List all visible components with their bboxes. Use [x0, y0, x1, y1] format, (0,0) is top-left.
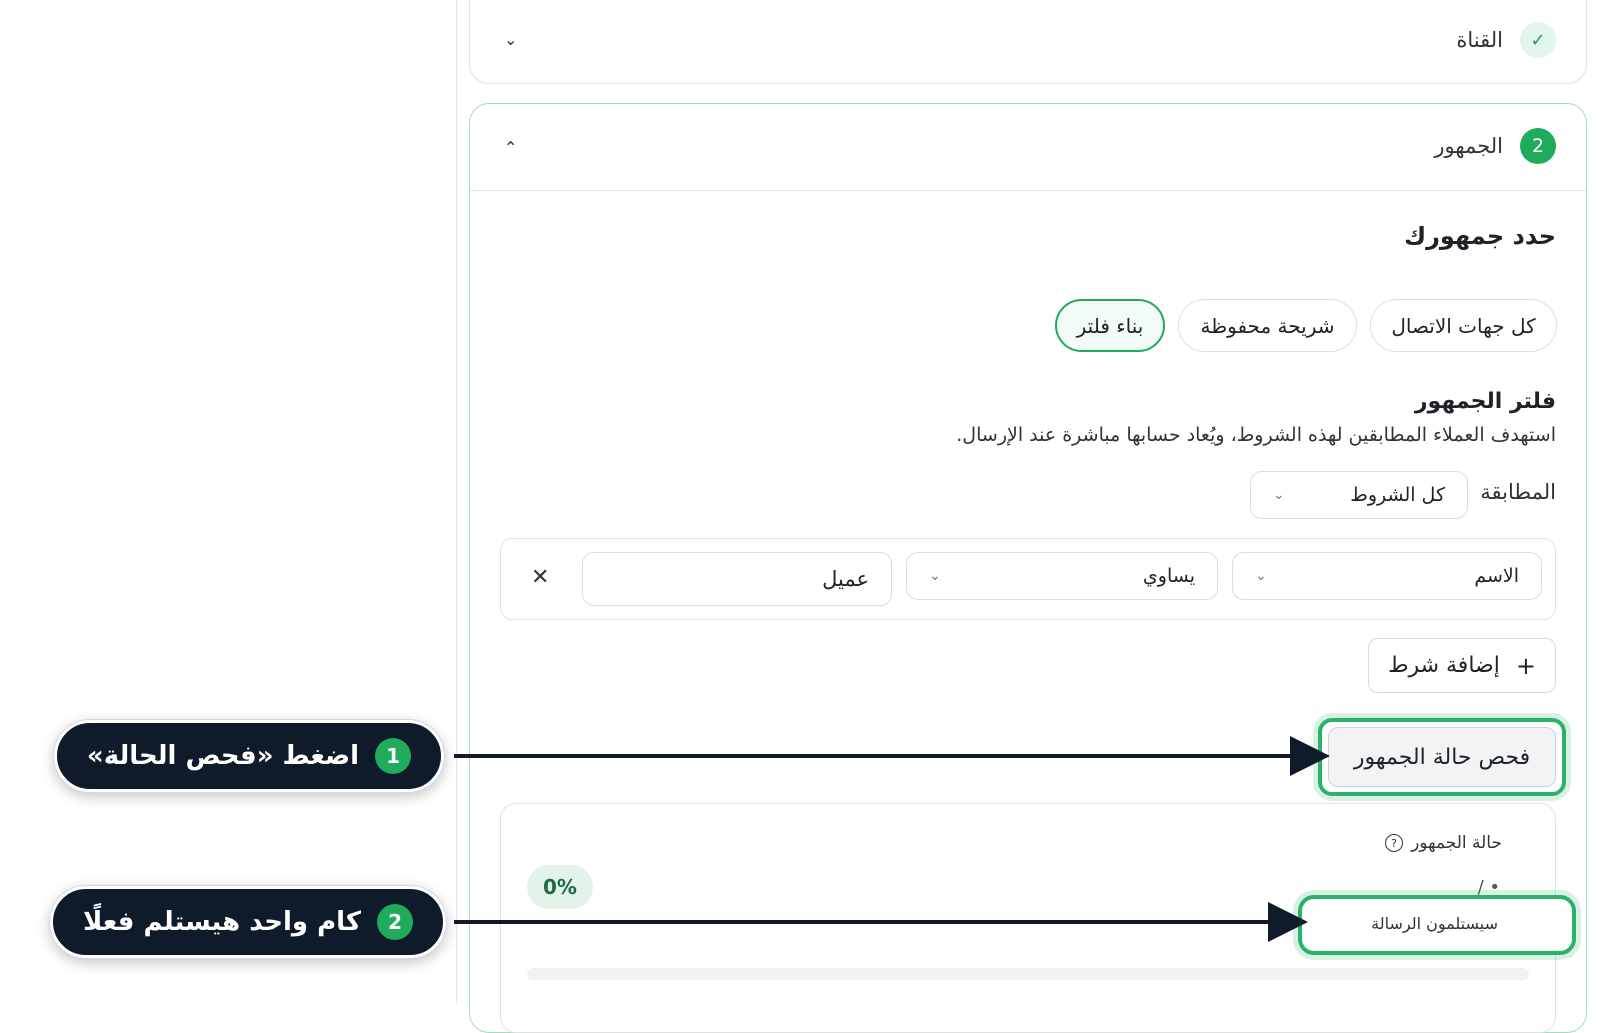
callout-arrows — [454, 736, 1330, 942]
